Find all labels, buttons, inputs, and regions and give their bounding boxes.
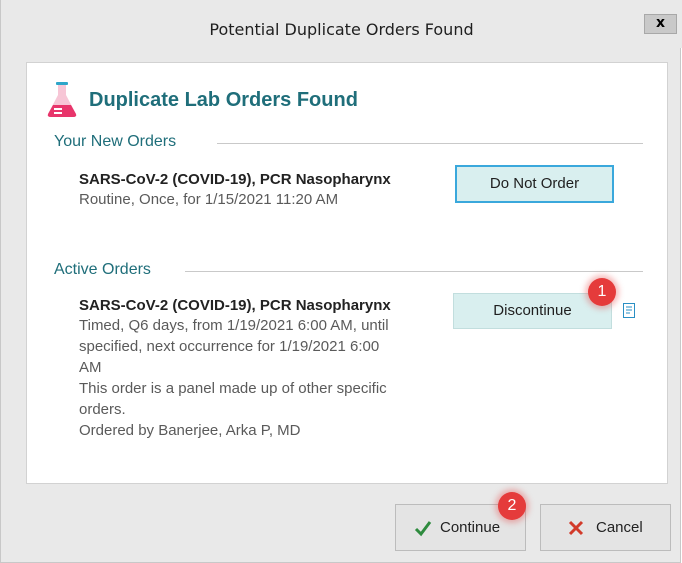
active-order-detail-line: specified, next occurrence for 1/19/2021…	[79, 338, 380, 355]
title-bar: Potential Duplicate Orders Found x	[1, 0, 682, 48]
new-order-detail: Routine, Once, for 1/15/2021 11:20 AM	[79, 191, 339, 208]
heading-title: Duplicate Lab Orders Found	[89, 89, 358, 111]
dialog-window: Potential Duplicate Orders Found x Dupli…	[0, 0, 682, 563]
close-button[interactable]: x	[644, 14, 677, 34]
active-order-detail-line: Ordered by Banerjee, Arka P, MD	[79, 422, 301, 439]
document-icon[interactable]	[623, 303, 635, 318]
active-order-detail-line: orders.	[79, 401, 126, 418]
active-order-name: SARS-CoV-2 (COVID-19), PCR Nasopharynx	[79, 297, 391, 314]
discontinue-button[interactable]: Discontinue	[453, 293, 612, 329]
active-orders-label: Active Orders	[54, 261, 151, 278]
cancel-button[interactable]: Cancel	[540, 504, 671, 551]
new-orders-label: Your New Orders	[54, 133, 177, 150]
do-not-order-button[interactable]: Do Not Order	[455, 165, 614, 203]
x-icon	[568, 520, 584, 536]
checkmark-icon	[414, 521, 432, 537]
step-badge-2: 2	[498, 492, 526, 520]
active-order-detail: Timed, Q6 days, from 1/19/2021 6:00 AM, …	[79, 315, 459, 441]
close-icon: x	[655, 15, 666, 31]
dialog-frame: Potential Duplicate Orders Found x Dupli…	[0, 0, 682, 563]
content-panel: Duplicate Lab Orders Found Your New Orde…	[26, 62, 668, 484]
active-order-detail-line: AM	[79, 359, 102, 376]
new-order-name: SARS-CoV-2 (COVID-19), PCR Nasopharynx	[79, 171, 391, 188]
flask-icon	[47, 82, 77, 117]
window-title: Potential Duplicate Orders Found	[209, 20, 474, 39]
active-orders-divider	[185, 271, 643, 272]
cancel-label: Cancel	[596, 519, 643, 536]
continue-label: Continue	[440, 519, 501, 536]
active-order-detail-line: This order is a panel made up of other s…	[79, 380, 387, 397]
step-badge-1: 1	[588, 278, 616, 306]
new-orders-divider	[217, 143, 643, 144]
active-order-detail-line: Timed, Q6 days, from 1/19/2021 6:00 AM, …	[79, 317, 389, 334]
